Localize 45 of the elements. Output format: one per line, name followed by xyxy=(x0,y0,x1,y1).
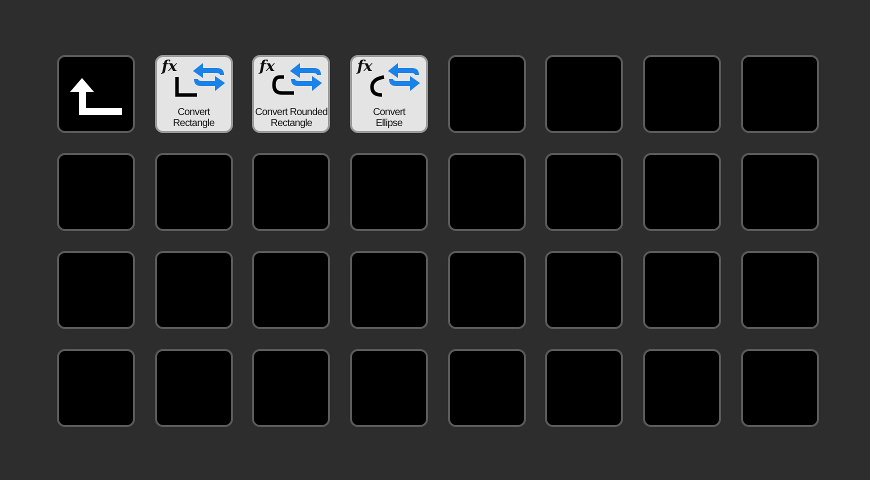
empty-key[interactable] xyxy=(545,153,624,231)
action-key[interactable]: fx Convert Rounded Rectangle xyxy=(252,55,330,133)
shape-outline-icon xyxy=(174,75,197,97)
empty-key[interactable] xyxy=(740,251,819,329)
empty-key[interactable] xyxy=(350,349,428,427)
fx-label: fx xyxy=(357,57,372,75)
empty-key[interactable] xyxy=(57,251,135,329)
empty-key[interactable] xyxy=(448,153,526,231)
empty-key[interactable] xyxy=(545,349,624,427)
empty-key[interactable] xyxy=(252,153,330,231)
empty-key[interactable] xyxy=(154,251,233,329)
key-title: Convert Ellipse xyxy=(372,107,406,129)
empty-key[interactable] xyxy=(448,349,526,427)
empty-key[interactable] xyxy=(643,349,722,427)
empty-key[interactable] xyxy=(740,349,819,427)
empty-key[interactable] xyxy=(154,153,233,231)
empty-key[interactable] xyxy=(252,349,330,427)
action-key[interactable]: fx Convert Ellipse xyxy=(350,55,428,133)
key-title: Convert Rectangle xyxy=(172,107,216,129)
empty-key[interactable] xyxy=(154,349,233,427)
empty-key[interactable] xyxy=(545,55,624,133)
convert-arrows-icon xyxy=(386,62,422,92)
fx-label: fx xyxy=(259,57,275,75)
convert-arrows-icon xyxy=(190,62,227,92)
empty-key[interactable] xyxy=(57,153,135,231)
back-arrow-icon xyxy=(69,78,123,116)
empty-key[interactable] xyxy=(643,251,722,329)
shape-outline-icon xyxy=(370,75,386,97)
key-title: Convert Rounded Rectangle xyxy=(254,107,328,129)
back-key[interactable] xyxy=(57,55,135,133)
action-key[interactable]: fx Convert Rectangle xyxy=(154,55,233,133)
empty-key[interactable] xyxy=(448,251,526,329)
convert-arrows-icon xyxy=(288,62,324,92)
empty-key[interactable] xyxy=(252,251,330,329)
empty-key[interactable] xyxy=(350,251,428,329)
fx-label: fx xyxy=(162,57,178,75)
empty-key[interactable] xyxy=(57,349,135,427)
shape-outline-icon xyxy=(272,75,294,95)
empty-key[interactable] xyxy=(643,153,722,231)
empty-key[interactable] xyxy=(545,251,624,329)
empty-key[interactable] xyxy=(740,153,819,231)
empty-key[interactable] xyxy=(643,55,722,133)
empty-key[interactable] xyxy=(350,153,428,231)
empty-key[interactable] xyxy=(740,55,819,133)
empty-key[interactable] xyxy=(448,55,526,133)
